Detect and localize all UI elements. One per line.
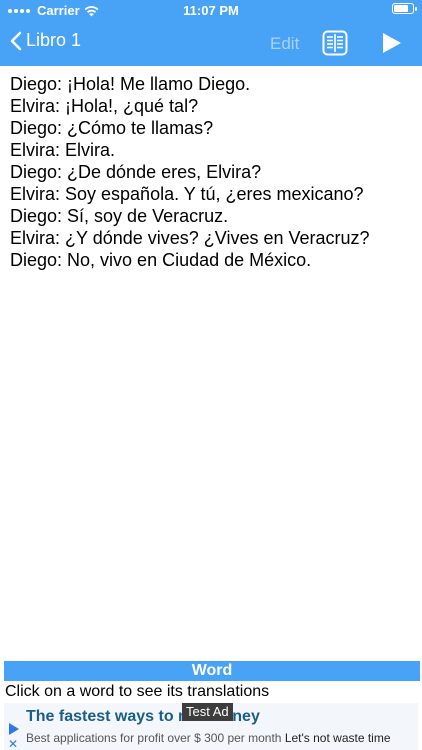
dialogue-line[interactable]: Diego: No, vivo en Ciudad de México. xyxy=(10,249,416,271)
back-button[interactable]: Libro 1 xyxy=(10,30,81,51)
dialogue-line[interactable]: Elvira: ¿Y dónde vives? ¿Vives en Veracr… xyxy=(10,227,416,249)
back-label: Libro 1 xyxy=(26,30,82,50)
ad-title-end: ney xyxy=(232,708,260,725)
dialogue-line[interactable]: Elvira: Soy española. Y tú, ¿eres mexica… xyxy=(10,183,416,205)
edit-button[interactable]: Edit xyxy=(270,34,299,54)
book-list-icon[interactable] xyxy=(322,30,348,56)
screen: Carrier 11:07 PM Libro 1 Edit Diego: ¡Ho… xyxy=(0,0,422,750)
word-panel-hint: Click on a word to see its translations xyxy=(5,683,270,700)
ad-title-start: The fastest ways to m xyxy=(26,708,193,725)
status-time: 11:07 PM xyxy=(183,3,239,18)
top-bar: Carrier 11:07 PM Libro 1 Edit xyxy=(0,0,422,66)
dialogue-line[interactable]: Diego: ¡Hola! Me llamo Diego. xyxy=(10,73,416,95)
dialogue-line[interactable]: Diego: Sí, soy de Veracruz. xyxy=(10,205,416,227)
ad-desc-tagline: Let's not waste time xyxy=(284,731,391,745)
test-ad-badge: Test Ad xyxy=(182,703,233,721)
word-panel-title: Word xyxy=(4,661,420,681)
dialogue-line[interactable]: Diego: ¿Cómo te llamas? xyxy=(10,117,416,139)
dialogue-line[interactable]: Elvira: Elvira. xyxy=(10,139,416,161)
dialogue-line[interactable]: Diego: ¿De dónde eres, Elvira? xyxy=(10,161,416,183)
status-bar: Carrier 11:07 PM xyxy=(0,0,422,22)
ad-choices-icon[interactable] xyxy=(8,723,20,735)
ad-close-icon[interactable]: ✕ xyxy=(8,737,18,750)
ad-desc-main: Best applications for profit over $ 300 … xyxy=(26,731,282,745)
ad-description: Best applications for profit over $ 300 … xyxy=(26,731,391,745)
dialogue-text: Diego: ¡Hola! Me llamo Diego. Elvira: ¡H… xyxy=(10,73,416,271)
play-icon[interactable] xyxy=(380,32,402,54)
battery-icon xyxy=(392,3,417,14)
dialogue-line[interactable]: Elvira: ¡Hola!, ¿qué tal? xyxy=(10,95,416,117)
chevron-left-icon xyxy=(10,31,22,50)
navigation-bar: Libro 1 Edit xyxy=(0,22,422,66)
